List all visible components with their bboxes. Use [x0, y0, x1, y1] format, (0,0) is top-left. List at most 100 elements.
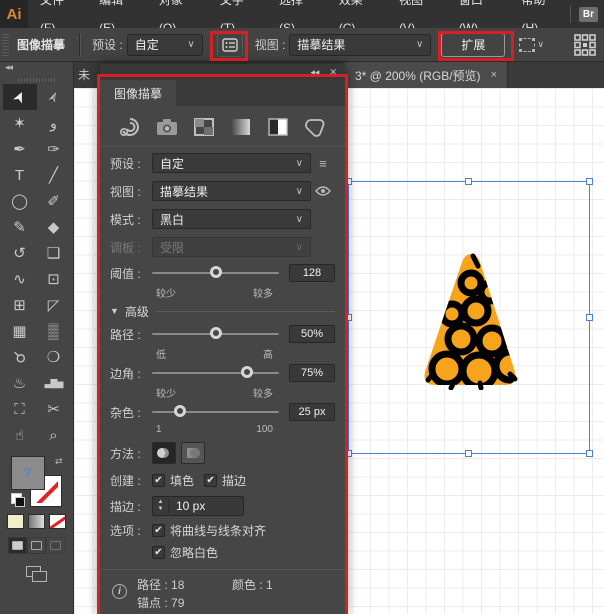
free-transform-tool[interactable]: ⊡: [37, 266, 71, 292]
preset-dropdown[interactable]: 自定 ∨: [126, 33, 203, 56]
selection-tool[interactable]: ➤: [2, 84, 37, 110]
image-trace-tab[interactable]: 图像描摹: [100, 80, 177, 106]
gradient-tool[interactable]: ▒: [37, 318, 71, 344]
eraser-tool[interactable]: ◆: [37, 214, 71, 240]
document-tab[interactable]: 3* @ 200% (RGB/预览) ×: [345, 62, 508, 88]
strokes-checkbox[interactable]: ✔: [204, 473, 218, 487]
fill-stroke-indicator[interactable]: ? ⇄: [10, 456, 63, 508]
lasso-tool[interactable]: و: [37, 110, 71, 136]
workspace-switcher-button[interactable]: [574, 33, 596, 56]
symbol-sprayer-tool[interactable]: ♨: [3, 370, 37, 396]
zoom-tool[interactable]: ⌕: [37, 422, 71, 448]
advanced-section-header[interactable]: ▼ 高级: [110, 300, 335, 322]
paintbrush-tool[interactable]: ✐: [37, 188, 71, 214]
selection-handle[interactable]: [586, 313, 593, 321]
select-similar-button[interactable]: ∨: [519, 37, 544, 52]
default-fill-stroke-icon[interactable]: [10, 493, 25, 507]
view-dropdown[interactable]: 描摹结果 ∨: [289, 33, 432, 56]
stroke-width-value[interactable]: 10 px: [169, 499, 205, 513]
method-overlapping-button[interactable]: [181, 442, 205, 464]
preset-menu-icon[interactable]: ≡: [311, 156, 335, 171]
paths-slider-thumb[interactable]: [209, 327, 222, 339]
corners-value[interactable]: 75%: [289, 364, 335, 382]
high-color-icon[interactable]: [155, 116, 179, 138]
ignore-white-checkbox[interactable]: ✔: [152, 545, 165, 559]
hand-tool[interactable]: ☝: [3, 422, 37, 448]
type-tool[interactable]: T: [3, 162, 37, 188]
snap-curves-checkbox[interactable]: ✔: [152, 523, 165, 537]
artboard-tool[interactable]: ⛶: [3, 396, 37, 422]
close-panel-icon[interactable]: ✕: [329, 67, 337, 78]
line-segment-tool[interactable]: ╱: [37, 162, 71, 188]
pen-tool[interactable]: ✒: [3, 136, 37, 162]
width-tool[interactable]: ∿: [3, 266, 37, 292]
curvature-tool[interactable]: ✑: [37, 136, 71, 162]
preset-select[interactable]: 自定 ∨: [152, 153, 311, 173]
column-graph-tool[interactable]: ▃▇▅: [37, 370, 71, 396]
threshold-slider-thumb[interactable]: [209, 266, 222, 278]
paths-value[interactable]: 50%: [289, 325, 335, 343]
noise-slider[interactable]: [152, 405, 279, 417]
selection-handle[interactable]: [586, 450, 593, 457]
traced-triangle-artwork[interactable]: [420, 250, 522, 390]
perspective-grid-tool[interactable]: ◸: [37, 292, 71, 318]
method-abutting-button[interactable]: [152, 442, 176, 464]
corners-slider-thumb[interactable]: [241, 366, 254, 378]
selection-handle[interactable]: [345, 450, 352, 457]
grayscale-icon[interactable]: [229, 116, 253, 138]
pencil-tool[interactable]: ✎: [3, 214, 37, 240]
rotate-tool[interactable]: ↺: [3, 240, 37, 266]
fills-checkbox[interactable]: ✔: [152, 473, 165, 487]
draw-behind-button[interactable]: [27, 537, 46, 554]
bridge-button[interactable]: Br: [578, 6, 598, 22]
ellipse-tool[interactable]: ◯: [3, 188, 37, 214]
stepper-arrows[interactable]: ▲ ▼: [153, 499, 169, 513]
slice-tool[interactable]: ✂: [37, 396, 71, 422]
eye-icon[interactable]: [311, 186, 335, 196]
noise-slider-thumb[interactable]: [173, 405, 186, 417]
screen-mode-button[interactable]: [25, 566, 48, 582]
expand-button[interactable]: 扩展: [441, 32, 506, 57]
toolbox-grip[interactable]: [18, 76, 55, 84]
outline-icon[interactable]: [303, 116, 327, 138]
gradient-button[interactable]: [28, 514, 45, 529]
threshold-slider[interactable]: [152, 266, 279, 278]
mesh-tool[interactable]: ▦: [3, 318, 37, 344]
view-select[interactable]: 描摹结果 ∨: [152, 181, 311, 201]
none-button[interactable]: [49, 514, 66, 529]
low-color-icon[interactable]: [192, 116, 216, 138]
toolbox-collapse-button[interactable]: ◂◂: [0, 62, 73, 76]
auto-color-icon[interactable]: [118, 116, 142, 138]
draw-normal-button[interactable]: [8, 537, 27, 554]
shape-builder-tool[interactable]: ⊞: [3, 292, 37, 318]
stroke-width-stepper[interactable]: ▲ ▼ 10 px: [152, 496, 244, 516]
close-tab-icon[interactable]: ×: [491, 69, 497, 81]
scale-tool[interactable]: ❏: [37, 240, 71, 266]
threshold-value[interactable]: 128: [289, 264, 335, 282]
paths-slider[interactable]: [152, 327, 279, 339]
noise-value[interactable]: 25 px: [289, 403, 335, 421]
step-up-icon[interactable]: ▲: [158, 499, 164, 506]
hidden-document-tab[interactable]: 未: [78, 62, 90, 88]
selection-handle[interactable]: [345, 313, 352, 321]
color-button[interactable]: [7, 514, 24, 529]
draw-inside-button[interactable]: [46, 537, 65, 554]
black-and-white-icon[interactable]: [266, 116, 290, 138]
fill-swatch[interactable]: ?: [10, 456, 45, 490]
selection-handle[interactable]: [586, 178, 593, 185]
direct-selection-tool[interactable]: ➣: [37, 84, 71, 110]
eyedropper-tool[interactable]: ⚲: [3, 344, 37, 370]
swap-fill-stroke-icon[interactable]: ⇄: [55, 456, 63, 467]
trace-panel-toggle-button[interactable]: [216, 32, 243, 57]
corners-slider[interactable]: [152, 366, 279, 378]
magic-wand-tool[interactable]: ✶: [3, 110, 37, 136]
mode-select[interactable]: 黑白 ∨: [152, 209, 311, 229]
info-icon: i: [112, 584, 127, 599]
selection-handle[interactable]: [465, 178, 472, 185]
step-down-icon[interactable]: ▼: [158, 506, 164, 513]
blend-tool[interactable]: ❍: [37, 344, 71, 370]
selection-handle[interactable]: [345, 178, 352, 185]
control-bar-grip[interactable]: [2, 33, 9, 56]
collapse-panel-icon[interactable]: ◂◂: [310, 67, 319, 78]
selection-handle[interactable]: [465, 450, 472, 457]
